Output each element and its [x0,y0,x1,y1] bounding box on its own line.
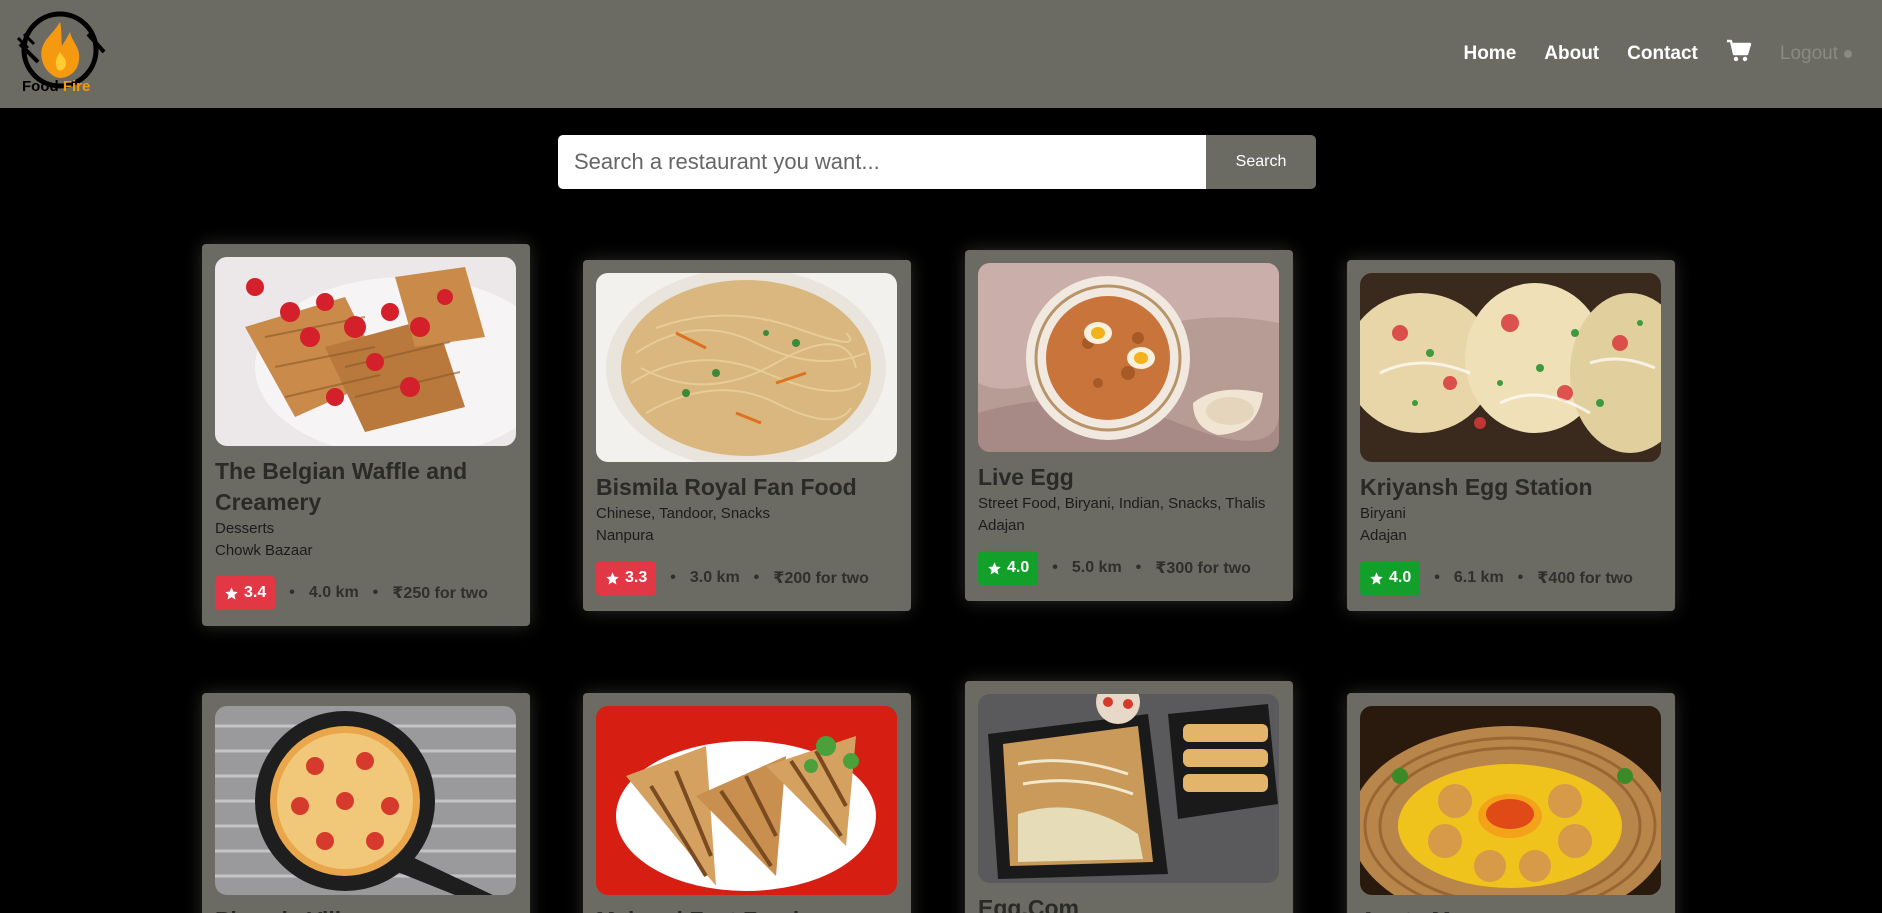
restaurant-card[interactable]: The Belgian Waffle and Creamery Desserts… [202,244,530,626]
star-icon [988,561,1001,574]
restaurant-image [978,694,1279,883]
rating-badge: 4.0 [978,551,1039,585]
restaurant-distance: 5.0 km [1071,559,1122,576]
restaurant-distance: 4.0 km [308,584,359,601]
restaurant-name: The Belgian Waffle and Creamery [215,458,468,515]
star-icon [225,586,238,599]
restaurant-meta: 4.0 • 5.0 km • ₹300 for two [978,551,1280,585]
restaurant-name: Maharaj Fast Food [596,905,898,913]
logout-label: Logout [1779,43,1838,64]
rating-value: 3.4 [244,584,267,601]
separator-dot: • [753,569,760,586]
restaurant-card[interactable]: Pizzeria Vill [202,693,530,913]
status-dot-icon [1844,50,1852,58]
restaurant-cost: ₹200 for two [773,570,869,587]
restaurant-cuisine: Biryani [1360,505,1406,522]
restaurant-image [1360,706,1661,895]
restaurant-name: Live Egg [978,464,1074,490]
restaurant-image [1360,273,1661,462]
restaurant-image [596,273,897,462]
restaurant-cost: ₹300 for two [1155,560,1251,577]
cart-icon[interactable] [1726,38,1752,64]
restaurant-card[interactable]: Kriyansh Egg Station Biryani Adajan 4.0 … [1347,260,1675,611]
restaurant-meta: 3.3 • 3.0 km • ₹200 for two [596,561,898,595]
restaurant-cuisine: Street Food, Biryani, Indian, Snacks, Th… [978,495,1266,512]
star-icon [1370,571,1383,584]
restaurant-area: Chowk Bazaar [215,542,313,559]
star-icon [606,571,619,584]
separator-dot: • [1517,569,1524,586]
restaurant-cuisine: Chinese, Tandoor, Snacks [596,505,771,522]
restaurant-area: Adajan [978,517,1025,534]
restaurant-image [978,263,1279,452]
rating-value: 4.0 [1007,559,1030,576]
restaurant-card[interactable]: Live Egg Street Food, Biryani, Indian, S… [965,250,1293,601]
restaurant-name: Pizzeria Vill [215,905,517,913]
rating-value: 3.3 [625,569,648,586]
separator-dot: • [1434,569,1440,586]
separator-dot: • [372,584,379,601]
restaurant-name: Kriyansh Egg Station [1360,474,1593,500]
restaurant-image [215,257,516,446]
restaurant-card[interactable]: Aunty Momos [1347,693,1675,913]
restaurant-name: Bismila Royal Fan Food [596,474,857,500]
restaurant-meta: 3.4 • 4.0 km • ₹250 for two [215,576,517,610]
rating-badge: 3.4 [215,576,276,610]
restaurant-distance: 3.0 km [689,569,740,586]
restaurant-image [596,706,897,895]
rating-badge: 4.0 [1360,561,1421,595]
nav-about-link[interactable]: About [1544,43,1599,65]
separator-dot: • [1052,559,1058,576]
logout-button[interactable]: Logout [1780,43,1852,65]
restaurant-name: Egg.Com [978,895,1079,913]
top-navbar: Food Fire Home About Contact Logout [0,0,1882,108]
restaurant-area: Adajan [1360,527,1407,544]
search-bar: Search [558,135,1316,189]
restaurant-card[interactable]: Maharaj Fast Food [583,693,911,913]
logo-text-fire: Fire [62,78,91,95]
logo-text-food: Food [22,78,59,95]
search-button[interactable]: Search [1206,135,1316,189]
restaurant-cost: ₹250 for two [392,585,488,602]
nav-menu: Home About Contact Logout [1463,0,1852,108]
separator-dot: • [289,584,295,601]
search-input[interactable] [558,135,1206,189]
separator-dot: • [670,569,676,586]
restaurant-cuisine: Desserts [215,520,275,537]
restaurant-area: Nanpura [596,527,654,544]
nav-home-link[interactable]: Home [1463,43,1516,65]
restaurant-image [215,706,516,895]
restaurant-cost: ₹400 for two [1537,570,1633,587]
rating-badge: 3.3 [596,561,657,595]
restaurant-card[interactable]: Bismila Royal Fan Food Chinese, Tandoor,… [583,260,911,611]
nav-contact-link[interactable]: Contact [1627,43,1698,65]
restaurant-distance: 6.1 km [1453,569,1504,586]
restaurant-meta: 4.0 • 6.1 km • ₹400 for two [1360,561,1662,595]
rating-value: 4.0 [1389,569,1412,586]
restaurant-name: Aunty Momos [1360,905,1662,913]
separator-dot: • [1135,559,1142,576]
logo-text: Food Fire [22,78,90,95]
restaurant-card[interactable]: Egg.Com [965,681,1293,913]
